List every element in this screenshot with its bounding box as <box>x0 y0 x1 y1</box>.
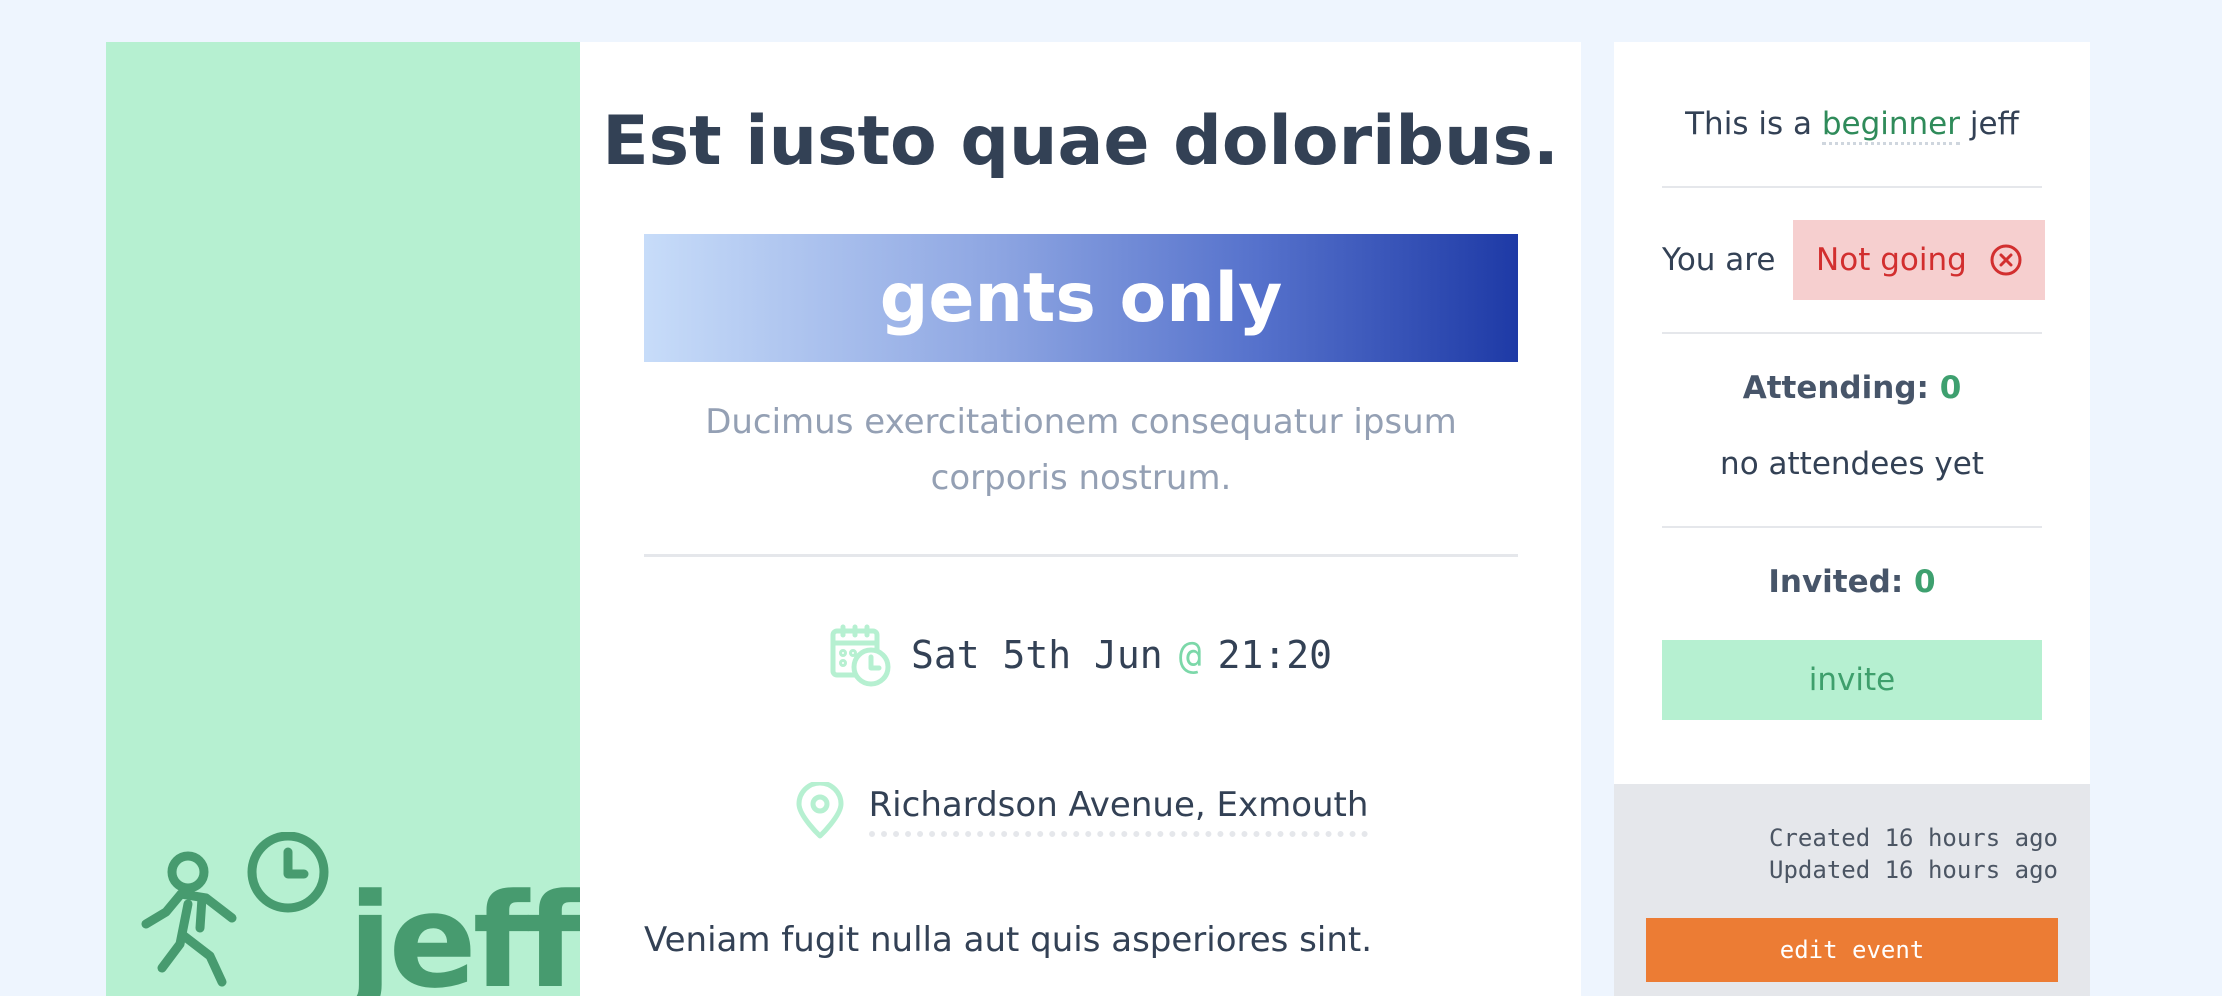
no-attendees-message: no attendees yet <box>1720 446 1984 482</box>
invited-count: Invited: 0 <box>1614 564 2090 600</box>
audience-label: gents only <box>879 258 1283 338</box>
brand-panel: jeff <box>106 42 580 996</box>
audience-banner: gents only <box>644 234 1518 362</box>
walking-person-clock-icon <box>141 832 329 987</box>
location-link[interactable]: Richardson Avenue, Exmouth <box>868 785 1369 837</box>
divider <box>1662 186 2042 188</box>
edit-event-button[interactable]: edit event <box>1646 918 2058 982</box>
attending-number: 0 <box>1939 370 1962 406</box>
attendance-status: You are Not going <box>1662 220 2046 300</box>
invited-label: Invited: <box>1768 564 1904 600</box>
calendar-clock-icon <box>830 624 891 687</box>
attending-count: Attending: 0 <box>1614 370 2090 406</box>
attending-label: Attending: <box>1742 370 1929 406</box>
event-main-card: Est iusto quae doloribus. gents only Duc… <box>580 42 1581 996</box>
event-date: Sat 5th Jun <box>911 633 1163 677</box>
map-pin-icon <box>796 782 844 839</box>
status-label: You are <box>1662 242 1776 278</box>
brand-name: jeff <box>348 865 580 996</box>
level-info: This is a beginner jeff <box>1614 106 2090 145</box>
updated-timestamp: Updated 16 hours ago <box>1769 856 2058 884</box>
invite-button[interactable]: invite <box>1662 640 2042 720</box>
created-timestamp: Created 16 hours ago <box>1769 824 2058 852</box>
divider <box>1662 332 2042 334</box>
event-datetime: Sat 5th Jun @ 21:20 <box>580 620 1581 690</box>
event-sidebar: This is a beginner jeff You are Not goin… <box>1614 42 2090 996</box>
event-title: Est iusto quae doloribus. <box>602 102 1559 181</box>
level-link[interactable]: beginner <box>1821 106 1960 145</box>
event-description: Veniam fugit nulla aut quis asperiores s… <box>644 920 1373 960</box>
level-prefix: This is a <box>1685 106 1812 142</box>
level-suffix: jeff <box>1969 106 2019 142</box>
event-location: Richardson Avenue, Exmouth <box>580 776 1581 846</box>
event-time: 21:20 <box>1217 633 1332 677</box>
at-separator: @ <box>1178 633 1202 677</box>
circle-x-icon <box>1990 244 2022 276</box>
brand-logo[interactable]: jeff <box>136 832 580 996</box>
event-subtitle: Ducimus exercitationem consequatur ipsum… <box>705 402 1457 498</box>
invited-number: 0 <box>1914 564 1936 600</box>
status-value: Not going <box>1816 242 1967 278</box>
divider <box>644 554 1518 557</box>
not-going-button[interactable]: Not going <box>1793 220 2046 300</box>
divider <box>1662 526 2042 528</box>
